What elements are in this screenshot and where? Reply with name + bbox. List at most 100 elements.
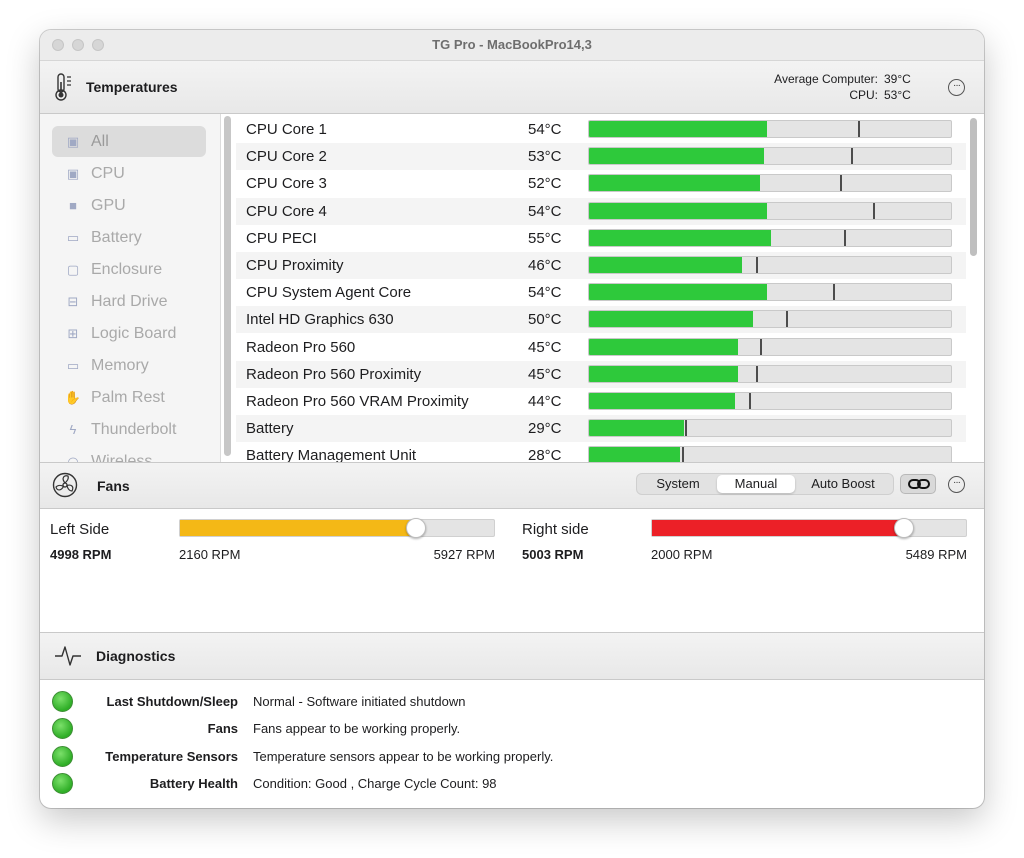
sensor-row[interactable]: CPU PECI 55°C bbox=[236, 225, 966, 252]
right-fan-max: 5489 RPM bbox=[905, 547, 967, 562]
diagnostic-label: Battery Health bbox=[149, 775, 238, 791]
sensor-max-marker bbox=[858, 121, 860, 137]
sensor-max-marker bbox=[840, 175, 842, 192]
sidebar-item-cpu[interactable]: ▣ CPU bbox=[52, 158, 206, 189]
diagnostic-value: Temperature sensors appear to be working… bbox=[253, 748, 554, 764]
sidebar-item-logic-board[interactable]: ⊞ Logic Board bbox=[52, 318, 206, 349]
sidebar-item-wireless[interactable]: ◠ Wireless bbox=[52, 446, 206, 462]
sidebar-item-label: Wireless bbox=[91, 453, 153, 462]
sidebar-item-battery[interactable]: ▭ Battery bbox=[52, 222, 206, 253]
sidebar-item-hard-drive[interactable]: ⊟ Hard Drive bbox=[52, 286, 206, 317]
sensor-list: CPU Core 1 54°C CPU Core 2 53°C CPU Core 3 52… bbox=[236, 114, 966, 462]
sensor-max-marker bbox=[685, 420, 687, 437]
sensor-temperature: 54°C bbox=[528, 284, 562, 302]
sensor-row[interactable]: Radeon Pro 560 VRAM Proximity 44°C bbox=[236, 388, 966, 415]
sensor-temperature: 54°C bbox=[528, 202, 562, 220]
average-computer-label: Average Computer: bbox=[774, 72, 878, 86]
sensor-list-scrollbar[interactable] bbox=[970, 118, 977, 256]
sensor-temperature-bar bbox=[588, 228, 952, 247]
temperatures-header: Temperatures Average Computer: 39°C CPU: 5… bbox=[40, 61, 984, 114]
fans-more-button[interactable]: ··· bbox=[948, 476, 965, 493]
left-fan-name: Left Side bbox=[50, 521, 110, 538]
zoom-window-button[interactable] bbox=[92, 39, 104, 51]
left-fan-slider[interactable] bbox=[179, 518, 495, 538]
fan-icon bbox=[52, 472, 78, 498]
wireless-icon: ◠ bbox=[67, 454, 79, 462]
sensor-max-marker bbox=[682, 447, 684, 462]
sidebar-item-gpu[interactable]: ■ GPU bbox=[52, 190, 206, 221]
sensor-row[interactable]: Radeon Pro 560 45°C bbox=[236, 334, 966, 361]
sidebar-scrollbar[interactable] bbox=[224, 116, 231, 456]
diagnostics-header: Diagnostics bbox=[40, 632, 984, 680]
sensor-row[interactable]: CPU Core 4 54°C bbox=[236, 197, 966, 225]
left-fan-max: 5927 RPM bbox=[433, 547, 495, 562]
sensor-temperature: 54°C bbox=[528, 121, 562, 138]
right-fan-slider[interactable] bbox=[651, 518, 967, 538]
sensor-temperature: 50°C bbox=[528, 311, 562, 329]
status-ok-icon bbox=[52, 772, 73, 794]
sidebar-item-palm-rest[interactable]: ✋ Palm Rest bbox=[52, 382, 206, 413]
sensor-temperature-bar bbox=[588, 337, 952, 356]
sensor-temperature: 53°C bbox=[528, 148, 562, 166]
sensor-temperature-bar bbox=[588, 310, 952, 329]
sidebar-item-label: Battery bbox=[91, 229, 142, 246]
sensor-row[interactable]: Battery 29°C bbox=[236, 415, 966, 443]
sidebar-item-thunderbolt[interactable]: ϟ Thunderbolt bbox=[52, 414, 206, 445]
sensor-bar-fill bbox=[589, 229, 771, 246]
sensor-row[interactable]: CPU Proximity 46°C bbox=[236, 252, 966, 279]
sensor-row[interactable]: CPU Core 1 54°C bbox=[236, 116, 966, 143]
temperatures-more-button[interactable]: ··· bbox=[948, 79, 965, 96]
status-ok-icon bbox=[52, 691, 73, 712]
sensor-name: CPU System Agent Core bbox=[246, 284, 412, 302]
fans-title: Fans bbox=[97, 478, 130, 494]
sensor-name: CPU Core 2 bbox=[246, 148, 327, 166]
close-window-button[interactable] bbox=[52, 39, 64, 51]
link-icon bbox=[908, 479, 930, 489]
diagnostic-row: Battery Health Condition: Good , Charge C… bbox=[40, 770, 984, 797]
sensor-max-marker bbox=[786, 311, 788, 328]
sidebar-item-label: All bbox=[91, 133, 109, 150]
sensor-temperature: 52°C bbox=[528, 175, 562, 193]
fan-mode-manual[interactable]: Manual bbox=[717, 475, 795, 493]
sensor-temperature: 46°C bbox=[528, 257, 562, 274]
sidebar-item-all[interactable]: ▣ All bbox=[52, 126, 206, 157]
sensor-row[interactable]: CPU Core 3 52°C bbox=[236, 170, 966, 197]
sensor-temperature: 45°C bbox=[528, 365, 562, 383]
sidebar-item-enclosure[interactable]: ▢ Enclosure bbox=[52, 254, 206, 285]
sensor-temperature-bar bbox=[588, 174, 952, 193]
diagnostic-value: Condition: Good , Charge Cycle Count: 98 bbox=[253, 775, 497, 791]
sensor-name: CPU Core 3 bbox=[246, 175, 327, 193]
sensor-row[interactable]: CPU System Agent Core 54°C bbox=[236, 279, 966, 306]
sensor-bar-fill bbox=[589, 284, 767, 301]
sensor-row[interactable]: Battery Management Unit 28°C bbox=[236, 442, 966, 462]
hard-drive-icon: ⊟ bbox=[67, 294, 79, 309]
sensor-temperature-bar bbox=[588, 419, 952, 438]
sensor-row[interactable]: Intel HD Graphics 630 50°C bbox=[236, 306, 966, 334]
fan-mode-auto-boost[interactable]: Auto Boost bbox=[795, 475, 891, 493]
sidebar-item-label: Palm Rest bbox=[91, 389, 165, 406]
sensor-row[interactable]: Radeon Pro 560 Proximity 45°C bbox=[236, 360, 966, 388]
sidebar-item-memory[interactable]: ▭ Memory bbox=[52, 350, 206, 381]
link-fans-button[interactable] bbox=[900, 474, 936, 494]
sensor-bar-fill bbox=[589, 202, 767, 219]
right-fan-slider-knob[interactable] bbox=[894, 518, 914, 538]
right-fan-slider-fill bbox=[652, 520, 905, 536]
minimize-window-button[interactable] bbox=[72, 39, 84, 51]
diagnostic-value: Normal - Software initiated shutdown bbox=[253, 694, 466, 709]
sensor-bar-fill bbox=[589, 311, 753, 328]
right-fan-min: 2000 RPM bbox=[651, 547, 713, 562]
sensor-temperature: 44°C bbox=[528, 393, 562, 410]
sensor-bar-fill bbox=[589, 420, 684, 437]
sensor-max-marker bbox=[756, 257, 758, 273]
sensor-row[interactable]: CPU Core 2 53°C bbox=[236, 143, 966, 171]
left-fan-slider-fill bbox=[180, 520, 417, 536]
sensor-bar-fill bbox=[589, 121, 767, 137]
sensor-max-marker bbox=[760, 338, 762, 355]
sidebar-item-label: Memory bbox=[91, 357, 149, 374]
left-fan-slider-knob[interactable] bbox=[406, 518, 426, 538]
sensor-temperature: 55°C bbox=[528, 229, 562, 247]
right-fan-rpm: 5003 RPM bbox=[522, 547, 584, 562]
fan-mode-system[interactable]: System bbox=[639, 475, 717, 493]
left-fan-rpm: 4998 RPM bbox=[50, 547, 112, 562]
chip-outline-icon: ▣ bbox=[66, 134, 80, 149]
